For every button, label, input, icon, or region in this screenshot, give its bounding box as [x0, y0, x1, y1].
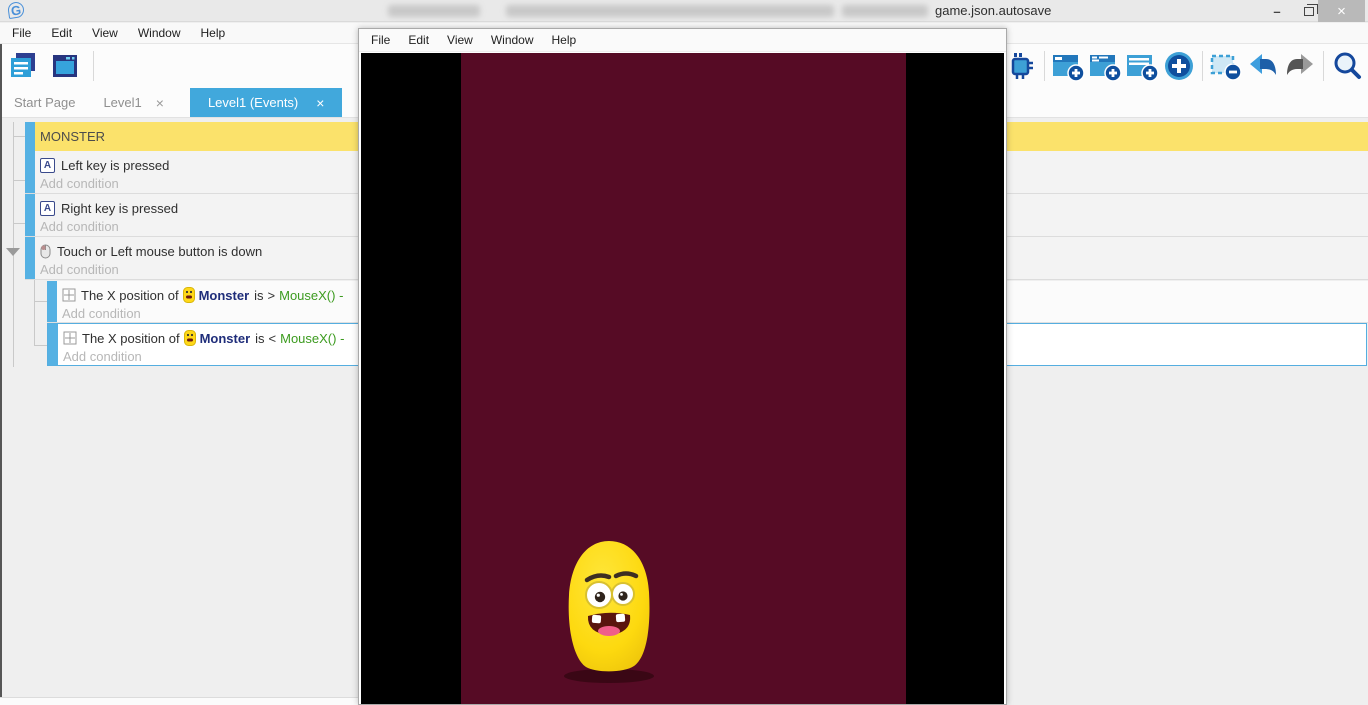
comment-text: MONSTER — [40, 129, 105, 144]
menu-edit[interactable]: Edit — [41, 23, 82, 43]
minimize-button[interactable]: – — [1262, 0, 1292, 22]
condition-text: is — [254, 288, 263, 303]
scene-editor-icon — [49, 50, 81, 82]
preview-menu-edit[interactable]: Edit — [399, 33, 438, 47]
toolbar-separator — [93, 51, 94, 81]
operator: > — [268, 288, 276, 303]
toolbar-separator — [1202, 51, 1203, 81]
keyboard-icon: A — [40, 201, 55, 216]
redo-button[interactable] — [1283, 49, 1317, 83]
redacted-title-text — [506, 5, 834, 17]
gdevelop-logo-icon: G — [7, 1, 25, 19]
tree-line — [34, 345, 47, 346]
search-events-button[interactable] — [1330, 49, 1364, 83]
tab-level1[interactable]: Level1 × — [89, 88, 178, 117]
close-button[interactable]: × — [1318, 0, 1365, 22]
event-handle[interactable] — [47, 281, 57, 322]
position-icon — [62, 288, 76, 302]
operator: < — [269, 331, 277, 346]
add-other-event-button[interactable] — [1162, 49, 1196, 83]
event-handle[interactable] — [25, 122, 35, 151]
tab-start-page[interactable]: Start Page — [0, 88, 89, 117]
redacted-title-text — [842, 5, 928, 17]
object-name[interactable]: Monster — [200, 331, 251, 346]
menu-help[interactable]: Help — [191, 23, 236, 43]
object-name[interactable]: Monster — [199, 288, 250, 303]
events-scrollbar-area[interactable] — [0, 697, 358, 705]
tree-line — [34, 301, 47, 302]
delete-event-icon — [1209, 50, 1243, 82]
keyboard-icon: A — [40, 158, 55, 173]
project-manager-icon — [7, 50, 39, 82]
event-handle[interactable] — [25, 151, 35, 193]
debugger-icon — [1005, 50, 1037, 82]
close-tab-icon[interactable]: × — [316, 95, 324, 111]
project-manager-button[interactable] — [6, 49, 40, 83]
preview-menu-help[interactable]: Help — [543, 33, 586, 47]
game-canvas[interactable] — [361, 53, 1004, 704]
menu-view[interactable]: View — [82, 23, 128, 43]
debugger-button[interactable] — [1004, 49, 1038, 83]
add-comment-button[interactable] — [1125, 49, 1159, 83]
tree-line — [13, 136, 25, 137]
condition-text[interactable]: Right key is pressed — [61, 201, 178, 216]
monster-object-icon — [183, 287, 195, 303]
expression[interactable]: MouseX() - — [280, 331, 344, 346]
add-event-button[interactable] — [1051, 49, 1085, 83]
mouse-icon — [40, 244, 51, 259]
undo-button[interactable] — [1246, 49, 1280, 83]
game-stage — [461, 53, 906, 704]
add-subevent-icon — [1088, 50, 1122, 82]
redo-icon — [1284, 51, 1316, 81]
monster-sprite — [559, 537, 659, 685]
delete-event-button[interactable] — [1209, 49, 1243, 83]
condition-text[interactable]: Touch or Left mouse button is down — [57, 244, 262, 259]
tab-level1-events[interactable]: Level1 (Events) × — [190, 88, 343, 117]
undo-icon — [1247, 51, 1279, 81]
menu-window[interactable]: Window — [128, 23, 191, 43]
close-tab-icon[interactable]: × — [156, 95, 164, 111]
tree-line — [13, 122, 14, 367]
title-bar[interactable]: G game.json.autosave – × — [0, 0, 1368, 22]
scene-editor-button[interactable] — [48, 49, 82, 83]
position-icon — [63, 331, 77, 345]
menu-file[interactable]: File — [2, 23, 41, 43]
search-icon — [1331, 50, 1363, 82]
tab-label: Level1 (Events) — [208, 95, 298, 110]
event-handle[interactable] — [48, 324, 58, 365]
redacted-title-text — [388, 5, 480, 17]
game-preview-window[interactable]: File Edit View Window Help — [358, 28, 1007, 705]
window-left-edge — [0, 44, 2, 698]
toolbar-separator — [1044, 51, 1045, 81]
add-subevent-button[interactable] — [1088, 49, 1122, 83]
monster-object-icon — [184, 330, 196, 346]
add-event-icon — [1051, 50, 1085, 82]
preview-menu-file[interactable]: File — [362, 33, 399, 47]
event-handle[interactable] — [25, 194, 35, 236]
toolbar-separator — [1323, 51, 1324, 81]
condition-text[interactable]: The X position of — [82, 331, 180, 346]
restore-icon — [1304, 7, 1314, 16]
collapse-arrow-icon[interactable] — [6, 248, 20, 256]
preview-menu-window[interactable]: Window — [482, 33, 543, 47]
tree-line — [13, 223, 25, 224]
event-handle[interactable] — [25, 237, 35, 279]
condition-text[interactable]: Left key is pressed — [61, 158, 169, 173]
add-other-event-icon — [1162, 49, 1196, 83]
preview-menu-view[interactable]: View — [438, 33, 482, 47]
add-comment-icon — [1125, 50, 1159, 82]
tab-label: Level1 — [103, 95, 141, 110]
tree-line — [13, 180, 25, 181]
preview-menu-bar: File Edit View Window Help — [359, 29, 1006, 52]
expression[interactable]: MouseX() - — [279, 288, 343, 303]
window-title: game.json.autosave — [935, 3, 1051, 18]
condition-text: is — [255, 331, 264, 346]
tab-label: Start Page — [14, 95, 75, 110]
condition-text[interactable]: The X position of — [81, 288, 179, 303]
